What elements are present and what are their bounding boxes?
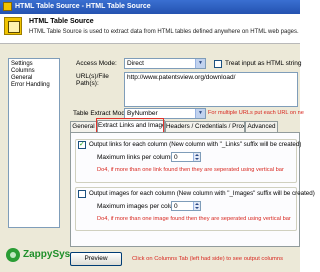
- output-links-label: Output links for each column (New column…: [89, 141, 302, 148]
- window-title: HTML Table Source - HTML Table Source: [15, 3, 151, 10]
- nav-item-settings[interactable]: Settings: [11, 61, 57, 68]
- editor-body: Settings Columns General Error Handling …: [0, 44, 315, 272]
- max-images-value: 0: [174, 203, 178, 210]
- treat-as-html-string-label: Treat input as HTML string: [225, 60, 302, 67]
- max-images-label: Maximum images per column: [97, 203, 182, 210]
- table-extract-mode-label: Table Extract Mode:: [73, 110, 131, 117]
- output-images-label: Output images for each column (New colum…: [89, 190, 315, 197]
- nav-item-general[interactable]: General: [11, 75, 57, 82]
- table-extract-mode-value: ByNumber: [127, 110, 158, 117]
- links-note: Do4, if more than one link found then th…: [97, 167, 284, 173]
- component-header: HTML Table Source HTML Table Source is u…: [0, 14, 300, 44]
- tab-extract-links-and-images[interactable]: Extract Links and Images: [97, 120, 165, 132]
- component-title: HTML Table Source: [29, 18, 94, 25]
- output-images-checkbox[interactable]: [78, 190, 86, 198]
- max-links-input[interactable]: 0: [171, 152, 201, 162]
- chevron-down-icon: ▼: [195, 109, 205, 118]
- nav-item-columns[interactable]: Columns: [11, 68, 57, 75]
- table-source-logo-icon: [4, 17, 22, 35]
- output-links-checkbox[interactable]: [78, 140, 86, 149]
- url-label: URL(s)/File Path(s):: [76, 73, 109, 87]
- extract-links-images-panel: Output links for each column (New column…: [70, 132, 315, 247]
- settings-content: Access Mode: Direct ▼ Treat input as HTM…: [66, 44, 315, 272]
- tab-headers-credentials-proxy[interactable]: Headers / Credentials / Proxy: [165, 121, 245, 132]
- zappysys-brand-name: ZappySys: [23, 249, 71, 260]
- max-links-value: 0: [174, 154, 178, 161]
- max-images-input[interactable]: 0: [171, 201, 201, 211]
- table-extract-mode-select[interactable]: ByNumber ▼: [124, 108, 206, 119]
- access-mode-label: Access Mode:: [76, 60, 117, 67]
- columns-tab-hint: Click on Columns Tab (left had side) to …: [132, 256, 284, 262]
- chevron-down-icon: ▼: [195, 59, 205, 68]
- tab-strip: General Extract Links and Images Headers…: [70, 120, 300, 132]
- tab-general[interactable]: General: [70, 121, 97, 132]
- window-titlebar: HTML Table Source - HTML Table Source: [0, 0, 300, 14]
- preview-button[interactable]: Preview: [70, 252, 122, 266]
- spinner-icon[interactable]: [193, 202, 200, 210]
- tab-advanced[interactable]: Advanced: [245, 121, 278, 132]
- settings-nav: Settings Columns General Error Handling: [8, 58, 60, 228]
- access-mode-select[interactable]: Direct ▼: [124, 58, 206, 69]
- component-description: HTML Table Source is used to extract dat…: [29, 29, 299, 35]
- images-note: Do4, if more than one image found then t…: [97, 216, 291, 222]
- nav-item-error-handling[interactable]: Error Handling: [11, 82, 57, 89]
- treat-as-html-string-checkbox[interactable]: [214, 60, 222, 68]
- multiple-urls-note: For multiple URLs put each URL on ne: [208, 110, 304, 116]
- spinner-icon[interactable]: [193, 153, 200, 161]
- zappysys-logo: ZappySys: [6, 247, 70, 263]
- zappysys-mark-icon: [6, 248, 20, 262]
- max-links-label: Maximum links per column: [97, 154, 174, 161]
- access-mode-value: Direct: [127, 60, 144, 67]
- url-value: http://www.patentsview.org/download/: [127, 74, 236, 81]
- url-textarea[interactable]: http://www.patentsview.org/download/: [124, 72, 298, 107]
- app-icon: [3, 2, 12, 11]
